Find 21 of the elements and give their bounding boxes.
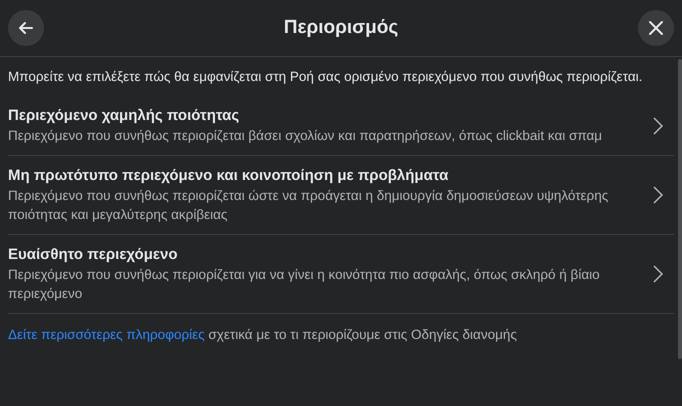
- intro-text: Μπορείτε να επιλέξετε πώς θα εμφανίζεται στη Ροή σας ορισμένο περιεχόμενο που συνήθως περιορίζεται.: [8, 68, 644, 86]
- option-description: Περιεχόμενο που συνήθως περιορίζεται για να γίνει η κοινότητα πιο ασφαλής, όπως σκληρό ή βίαιο περιεχόμενο: [8, 266, 601, 303]
- chevron-right-icon: [652, 264, 664, 284]
- option-row[interactable]: Περιεχόμενο χαμηλής ποιότητας Περιεχόμενο που συνήθως περιορίζεται βάσει σχολίων και παρατηρήσεων, όπως clickbait και σπαμ: [8, 96, 674, 156]
- more-info-link[interactable]: Δείτε περισσότερες πληροφορίες: [8, 327, 205, 342]
- back-button[interactable]: [8, 10, 44, 46]
- close-icon: [647, 19, 665, 37]
- dialog-title: Περιορισμός: [284, 17, 398, 39]
- option-title: Ευαίσθητο περιεχόμενο: [8, 245, 178, 265]
- chevron-right-icon: [652, 185, 664, 205]
- chevron-right-icon: [652, 116, 664, 136]
- close-button[interactable]: [638, 10, 674, 46]
- option-title: Μη πρωτότυπο περιεχόμενο και κοινοποίηση με προβλήματα: [8, 166, 450, 186]
- option-description: Περιεχόμενο που συνήθως περιορίζεται βάσει σχολίων και παρατηρήσεων, όπως clickbait και σπαμ: [8, 127, 604, 145]
- option-title: Περιεχόμενο χαμηλής ποιότητας: [8, 106, 240, 126]
- scrollbar[interactable]: [678, 59, 682, 359]
- option-description: Περιεχόμενο που συνήθως περιορίζεται ώστε να προάγεται η δημιουργία δημοσιεύσεων υψηλότερης ποιότητας και μεγαλύτερης ακρίβειας: [8, 187, 610, 224]
- option-row[interactable]: Ευαίσθητο περιεχόμενο Περιεχόμενο που συνήθως περιορίζεται για να γίνει η κοινότητα πιο ασφαλής, όπως σκληρό ή βίαιο περιεχόμενο: [8, 235, 674, 313]
- footer-text: Δείτε περισσότερες πληροφορίες σχετικά με το τι περιορίζουμε στις Οδηγίες διανομής: [8, 313, 674, 355]
- back-arrow-icon: [17, 19, 35, 37]
- option-row[interactable]: Μη πρωτότυπο περιεχόμενο και κοινοποίηση με προβλήματα Περιεχόμενο που συνήθως περιορίζεται ώστε να προάγεται η δημιουργία δημοσιεύσεων υψηλότερης ποιότητας και μεγαλύτερης ακρίβειας: [8, 156, 674, 235]
